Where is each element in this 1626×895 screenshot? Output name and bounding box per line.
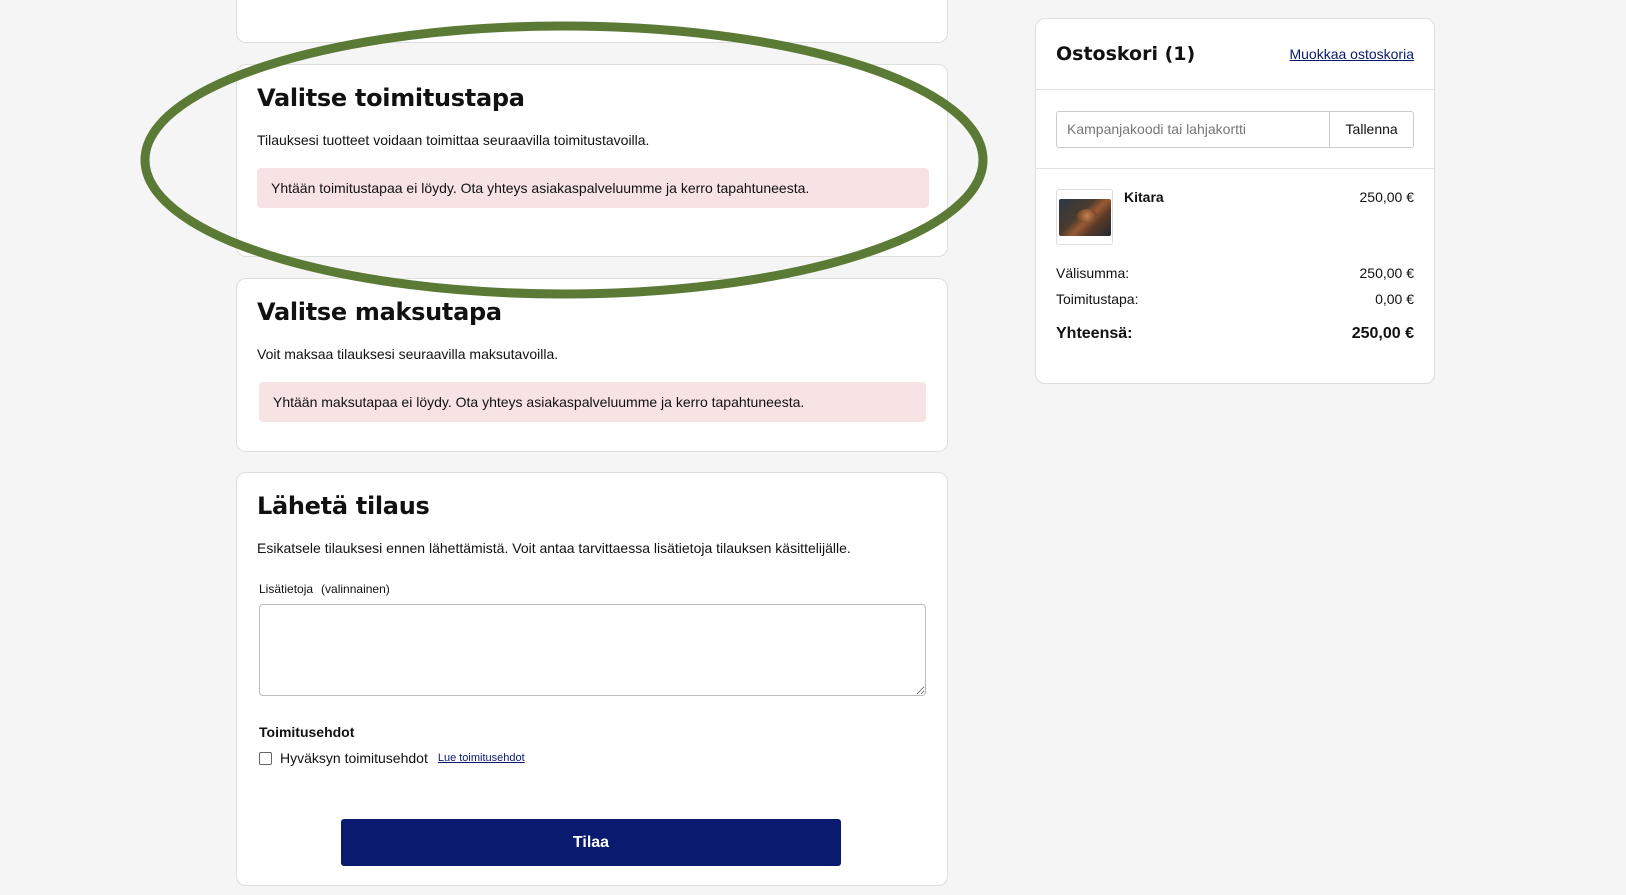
cart-item-price: 250,00 € — [1359, 189, 1415, 205]
shipping-method-title: Valitse toimitustapa — [257, 84, 525, 112]
payment-method-title: Valitse maksutapa — [257, 298, 502, 326]
subtotal-row: Välisumma: 250,00 € — [1056, 265, 1414, 281]
edit-cart-link[interactable]: Muokkaa ostoskoria — [1289, 46, 1414, 62]
shipping-cost-value: 0,00 € — [1375, 291, 1414, 307]
notes-optional-text: (valinnainen) — [321, 582, 390, 596]
guitar-photo-icon — [1059, 199, 1111, 236]
notes-label-text: Lisätietoja — [259, 582, 314, 596]
shipping-cost-label: Toimitustapa: — [1056, 291, 1139, 307]
grand-total-row: Yhteensä: 250,00 € — [1056, 325, 1414, 343]
grand-total-label: Yhteensä: — [1056, 325, 1133, 342]
cart-title: Ostoskori (1) — [1056, 43, 1196, 65]
product-thumbnail[interactable] — [1056, 189, 1113, 245]
cart-item-name[interactable]: Kitara — [1124, 189, 1164, 205]
send-order-section: Lähetä tilaus Esikatsele tilauksesi enne… — [236, 472, 948, 886]
subtotal-value: 250,00 € — [1359, 265, 1415, 281]
shipping-method-description: Tilauksesi tuotteet voidaan toimittaa se… — [257, 132, 650, 148]
coupon-row: Tallenna — [1036, 90, 1434, 169]
send-order-title: Lähetä tilaus — [257, 492, 430, 520]
terms-title: Toimitusehdot — [259, 724, 355, 740]
send-order-description: Esikatsele tilauksesi ennen lähettämistä… — [257, 540, 851, 556]
subtotal-label: Välisumma: — [1056, 265, 1130, 281]
submit-order-button[interactable]: Tilaa — [341, 819, 841, 866]
accept-terms-label[interactable]: Hyväksyn toimitusehdot — [280, 750, 428, 766]
read-terms-link[interactable]: Lue toimitusehdot — [438, 752, 525, 764]
grand-total-value: 250,00 € — [1351, 325, 1414, 342]
shipping-method-error-alert: Yhtään toimitustapaa ei löydy. Ota yhtey… — [257, 168, 929, 208]
cart-header: Ostoskori (1) Muokkaa ostoskoria — [1036, 19, 1434, 90]
save-coupon-button[interactable]: Tallenna — [1329, 110, 1414, 148]
shipping-method-section: Valitse toimitustapa Tilauksesi tuotteet… — [236, 64, 948, 257]
terms-row: Hyväksyn toimitusehdot Lue toimitusehdot — [259, 750, 927, 766]
notes-label: Lisätietoja (valinnainen) — [259, 582, 927, 596]
previous-section-card — [236, 0, 948, 43]
accept-terms-checkbox[interactable] — [259, 751, 272, 765]
notes-textarea[interactable] — [259, 604, 926, 696]
cart-totals: Välisumma: 250,00 € Toimitustapa: 0,00 €… — [1036, 265, 1434, 343]
shipping-cost-row: Toimitustapa: 0,00 € — [1056, 291, 1414, 307]
payment-method-description: Voit maksaa tilauksesi seuraavilla maksu… — [257, 346, 559, 362]
coupon-input[interactable] — [1056, 110, 1330, 148]
payment-method-error-alert: Yhtään maksutapaa ei löydy. Ota yhteys a… — [259, 382, 926, 422]
cart-sidebar: Ostoskori (1) Muokkaa ostoskoria Tallenn… — [1035, 18, 1435, 384]
payment-method-section: Valitse maksutapa Voit maksaa tilauksesi… — [236, 278, 948, 452]
cart-item: Kitara 250,00 € — [1036, 169, 1434, 265]
